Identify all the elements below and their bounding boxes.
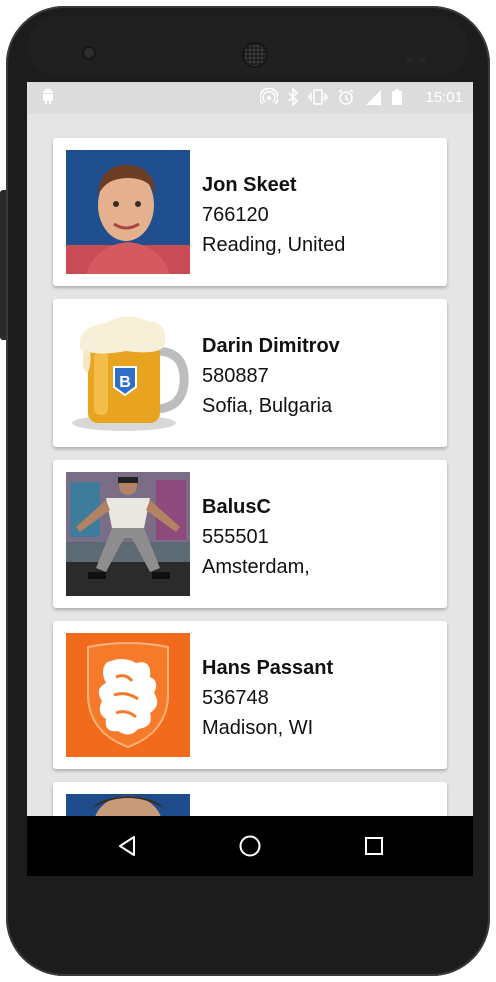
user-avatar: B bbox=[66, 311, 190, 435]
front-camera bbox=[84, 48, 94, 58]
user-name: BalusC bbox=[202, 496, 271, 518]
user-avatar bbox=[66, 150, 190, 274]
user-info: BalusC 555501 Amsterdam, bbox=[202, 492, 310, 582]
user-location: Reading, United bbox=[202, 234, 346, 256]
user-card[interactable]: Hans Passant 536748 Madison, WI bbox=[53, 621, 447, 769]
proximity-sensors bbox=[406, 50, 436, 63]
user-location: Amsterdam, bbox=[202, 556, 310, 578]
user-reputation: 580887 bbox=[202, 365, 269, 387]
bluetooth-icon bbox=[287, 87, 299, 110]
battery-icon bbox=[391, 88, 403, 110]
signal-icon bbox=[364, 88, 382, 110]
status-bar: 15:01 bbox=[27, 82, 473, 114]
user-name: Darin Dimitrov bbox=[202, 335, 340, 357]
recents-icon[interactable] bbox=[344, 816, 404, 876]
earpiece-speaker bbox=[244, 44, 266, 66]
user-card[interactable]: BalusC 555501 Amsterdam, bbox=[53, 460, 447, 608]
user-location: Sofia, Bulgaria bbox=[202, 395, 333, 417]
user-avatar bbox=[66, 633, 190, 757]
alarm-icon bbox=[337, 88, 355, 110]
user-location: Madison, WI bbox=[202, 717, 314, 739]
power-button bbox=[0, 190, 6, 340]
screen: 15:01 Jon Skeet 766120 Reading, United B… bbox=[27, 82, 473, 876]
navigation-bar bbox=[27, 816, 473, 876]
user-card[interactable]: B Darin Dimitrov 580887 Sofia, Bulgaria bbox=[53, 299, 447, 447]
user-avatar bbox=[66, 472, 190, 596]
status-time: 15:01 bbox=[425, 89, 463, 106]
user-reputation: 536748 bbox=[202, 687, 269, 709]
user-info: Hans Passant 536748 Madison, WI bbox=[202, 653, 333, 743]
back-icon[interactable] bbox=[97, 816, 157, 876]
user-info: Jon Skeet 766120 Reading, United bbox=[202, 170, 345, 260]
user-name: Jon Skeet bbox=[202, 174, 297, 196]
vibrate-icon bbox=[308, 88, 328, 110]
android-icon bbox=[41, 88, 55, 108]
hotspot-icon bbox=[259, 87, 279, 110]
user-name: Hans Passant bbox=[202, 657, 334, 679]
user-card[interactable]: Jon Skeet 766120 Reading, United bbox=[53, 138, 447, 286]
home-icon[interactable] bbox=[220, 816, 280, 876]
status-icons bbox=[259, 87, 403, 110]
user-info: Darin Dimitrov 580887 Sofia, Bulgaria bbox=[202, 331, 340, 421]
user-reputation: 766120 bbox=[202, 204, 269, 226]
user-reputation: 555501 bbox=[202, 526, 269, 548]
svg-text:B: B bbox=[119, 374, 131, 391]
